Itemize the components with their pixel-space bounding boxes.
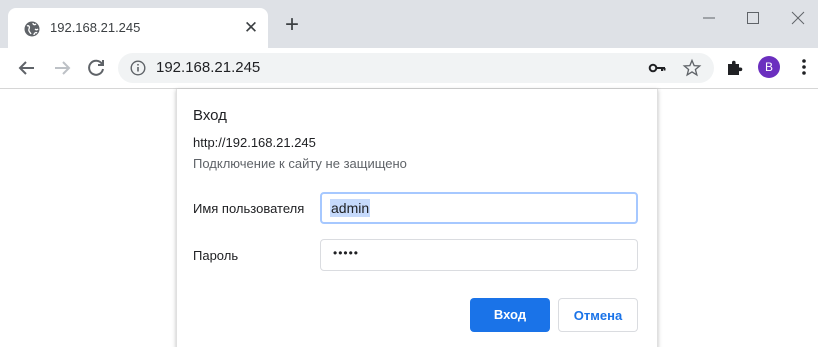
username-value: admin — [330, 199, 371, 217]
forward-arrow-icon[interactable] — [50, 56, 74, 80]
tab-title: 192.168.21.245 — [50, 20, 141, 35]
browser-toolbar: 192.168.21.245 B — [0, 48, 818, 89]
reload-icon[interactable] — [84, 56, 108, 80]
minimize-icon[interactable] — [697, 6, 721, 30]
close-window-icon[interactable] — [786, 6, 810, 30]
password-value: ••••• — [333, 246, 360, 260]
username-field[interactable]: admin — [320, 192, 638, 224]
address-url: 192.168.21.245 — [156, 59, 261, 76]
more-menu-icon[interactable] — [796, 57, 812, 77]
dialog-title: Вход — [193, 107, 227, 124]
password-label: Пароль — [193, 248, 239, 263]
new-tab-button[interactable]: + — [280, 13, 304, 38]
browser-window: 192.168.21.245 ✕ + 192.168.21.245 B Вход… — [0, 0, 818, 347]
username-label: Имя пользователя — [193, 201, 305, 216]
info-icon[interactable] — [130, 60, 146, 76]
browser-tab[interactable]: 192.168.21.245 ✕ — [8, 8, 268, 48]
globe-icon — [24, 21, 40, 37]
profile-avatar[interactable]: B — [758, 56, 780, 78]
cancel-button[interactable]: Отмена — [558, 298, 638, 332]
bookmark-star-icon[interactable] — [682, 58, 702, 78]
password-field[interactable]: ••••• — [320, 239, 638, 271]
extensions-puzzle-icon[interactable] — [725, 57, 745, 77]
connection-warning: Подключение к сайту не защищено — [193, 156, 407, 171]
maximize-icon[interactable] — [741, 6, 765, 30]
sign-in-button[interactable]: Вход — [470, 298, 550, 332]
sign-in-dialog: Вход http://192.168.21.245 Подключение к… — [176, 89, 658, 347]
back-arrow-icon[interactable] — [15, 56, 39, 80]
close-tab-icon[interactable]: ✕ — [242, 19, 260, 37]
dialog-site-url: http://192.168.21.245 — [193, 135, 316, 150]
key-icon[interactable] — [648, 60, 666, 76]
tab-strip: 192.168.21.245 ✕ + — [0, 0, 818, 48]
address-bar[interactable]: 192.168.21.245 — [118, 53, 714, 83]
